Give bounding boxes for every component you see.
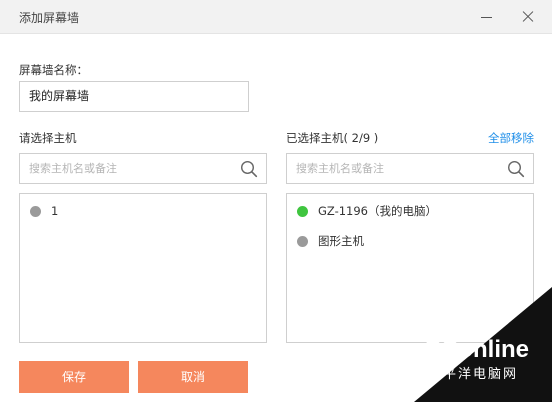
selected-search-input[interactable] [287,154,497,183]
window-title: 添加屏幕墙 [19,11,80,25]
title-bar: 添加屏幕墙 [0,0,552,34]
offline-status-dot [297,235,308,247]
remove-all-link[interactable]: 全部移除 [488,130,534,146]
watermark-subtitle: 太平洋电脑网 [428,367,518,382]
selected-search-box [286,153,534,184]
host-name: GZ-1196（我的电脑） [318,204,438,218]
close-icon[interactable] [516,5,542,29]
minimize-icon[interactable] [474,5,500,29]
selected-hosts-label: 已选择主机( 2/9 ) [286,131,379,145]
list-item[interactable]: 图形主机 [297,231,364,251]
selected-hosts-list: GZ-1196（我的电脑） 图形主机 [286,193,534,343]
online-status-dot [297,205,308,217]
available-search-input[interactable] [20,154,230,183]
host-name: 1 [51,204,59,218]
available-search-box [19,153,267,184]
host-name: 图形主机 [318,234,364,248]
search-icon[interactable] [240,160,258,178]
list-item[interactable]: 1 [30,201,58,221]
wall-name-label: 屏幕墙名称： [19,63,88,77]
available-hosts-label: 请选择主机 [19,131,77,145]
save-button[interactable]: 保存 [19,361,129,393]
list-item[interactable]: GZ-1196（我的电脑） [297,201,437,221]
search-icon[interactable] [507,160,525,178]
offline-status-dot [30,205,41,217]
cancel-button[interactable]: 取消 [138,361,248,393]
wall-name-input[interactable]: 我的屏幕墙 [19,81,249,112]
available-hosts-list: 1 [19,193,267,343]
